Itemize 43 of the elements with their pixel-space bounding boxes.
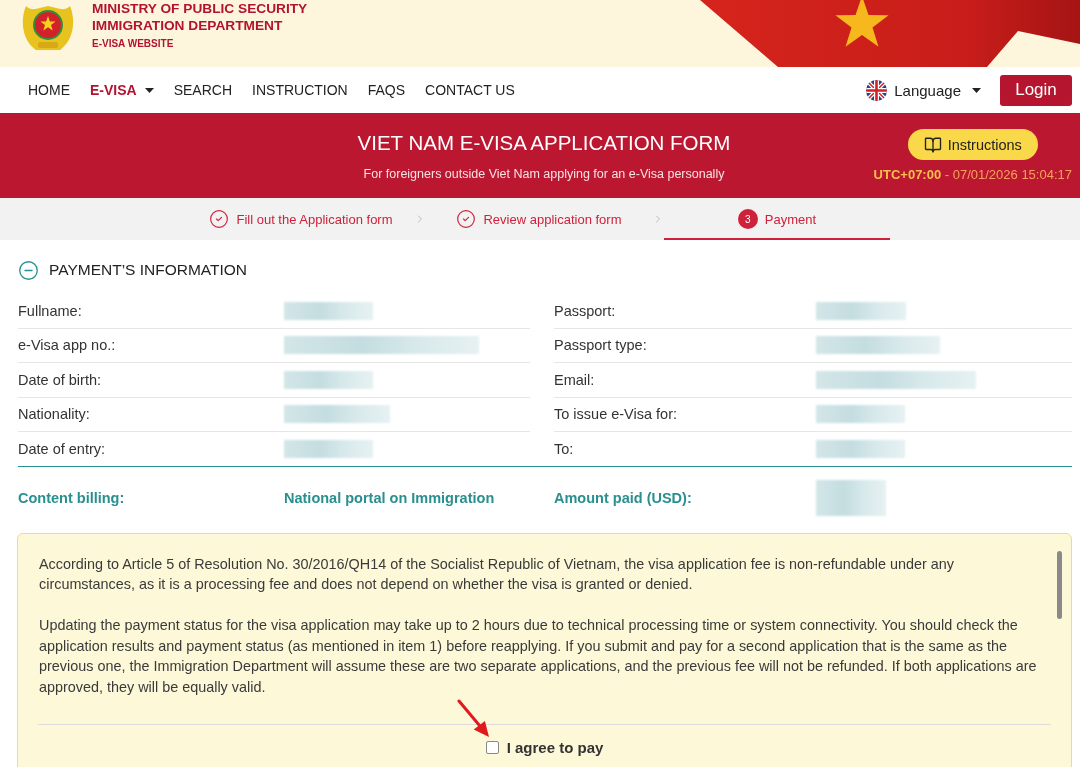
annotation-arrow (455, 699, 491, 737)
section-title: PAYMENT’S INFORMATION (49, 261, 248, 279)
progress-step[interactable]: 3 Payment (664, 198, 890, 240)
login-button[interactable]: Login (1000, 74, 1072, 106)
scrollbar-thumb[interactable] (1056, 550, 1062, 619)
progress-step[interactable]: Review application form (426, 198, 652, 240)
field-label: Email: (554, 371, 596, 388)
agree-checkbox[interactable] (485, 740, 499, 754)
field-label: Passport type: (554, 337, 648, 354)
notice-paragraph: Updating the payment status for the visa application may take up to 2 hours due to technical processing time or system connectivity. You should check the application results and payment status (as mentioned in item 1) before reapplying. If you submit and pay for a second application that is the same as the previous one, the Immigration Department will assume these are two separate applications, and the previous fee will not be refunded. If both applications are approved, they will be equally valid. (39, 616, 1038, 697)
field-label: e-Visa app no.: (18, 337, 117, 354)
organization-title: MINISTRY OF PUBLIC SECURITY (92, 0, 308, 17)
nav-link[interactable]: E-VISA (90, 82, 154, 98)
field-label: Passport: (554, 302, 617, 319)
field-label: To issue e-Visa for: (554, 406, 679, 423)
site-subtitle: E-VISA WEBSITE (92, 38, 175, 50)
timestamp: UTC+07:00 - 07/01/2026 15:04:17 (873, 167, 1072, 182)
field-value: National portal on Immigration (284, 490, 496, 506)
form-subtitle: For foreigners outside Viet Nam applying for an e-Visa personally (363, 166, 725, 181)
minus-circle-icon[interactable] (18, 259, 39, 281)
progress-step[interactable]: Fill out the Application form (188, 198, 414, 240)
uk-flag-icon (866, 79, 888, 101)
instructions-button[interactable]: Instructions (907, 129, 1038, 160)
nav-link[interactable]: SEARCH (173, 82, 233, 98)
field-label: Nationality: (18, 406, 91, 423)
form-title: VIET NAM E-VISA APPLICATION FORM (357, 130, 731, 155)
caret-down-icon (972, 87, 981, 93)
notice-paragraph: According to Article 5 of Resolution No. 30/2016/QH14 of the Socialist Republic of Vietnam, the visa application fee is non-refundable under any circumstances, as it is a processing fee and does not depend on whether the visa is granted or denied. (39, 554, 955, 594)
field-label: Amount paid (USD): (554, 490, 693, 506)
book-icon (923, 135, 942, 154)
organization-title: IMMIGRATION DEPARTMENT (92, 17, 284, 34)
field-label: Date of entry: (18, 440, 107, 457)
language-selector[interactable]: Language (866, 79, 981, 101)
nav-link[interactable]: FAQS (367, 82, 406, 98)
nav-link[interactable]: CONTACT US (425, 82, 515, 98)
step-number: 3 (737, 209, 758, 229)
field-label: Content billing: (18, 490, 126, 506)
field-label: Fullname: (18, 302, 83, 319)
nav-link[interactable]: HOME (28, 82, 70, 98)
agree-label[interactable]: I agree to pay (506, 738, 604, 756)
nav-link[interactable]: INSTRUCTION (252, 82, 348, 98)
field-label: To: (554, 440, 575, 457)
field-label: Date of birth: (18, 371, 102, 388)
